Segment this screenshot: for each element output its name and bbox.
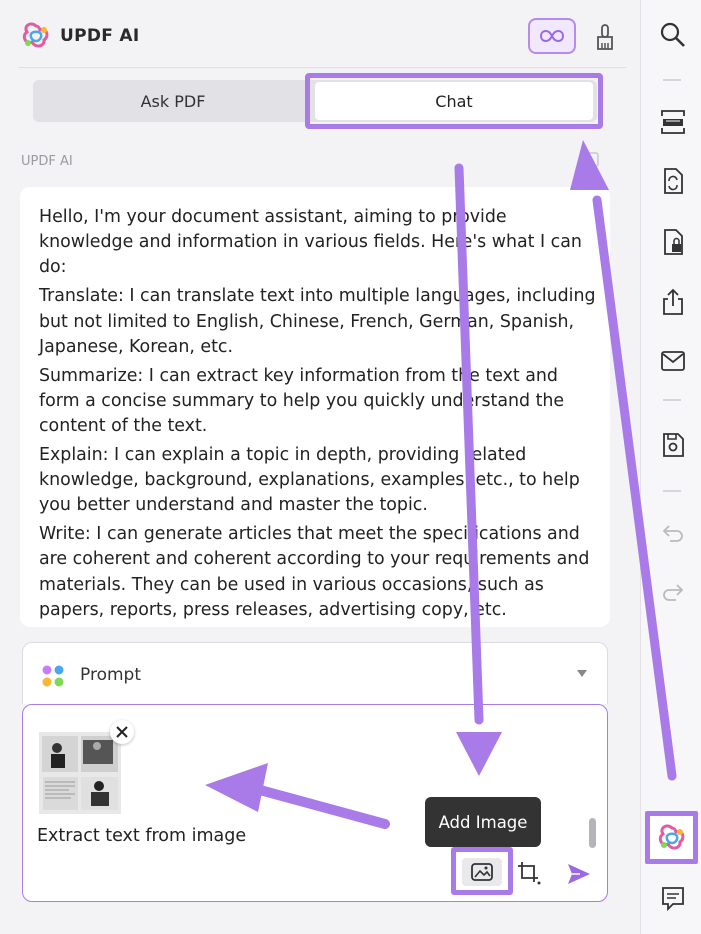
brand: UPDF AI — [22, 22, 140, 50]
save-button[interactable] — [658, 430, 688, 460]
assistant-message: Hello, I'm your document assistant, aimi… — [20, 187, 610, 627]
tab-chat[interactable]: Chat — [315, 82, 593, 120]
brand-name: UPDF AI — [60, 26, 140, 46]
message-sender: UPDF AI — [21, 154, 73, 169]
query-text[interactable]: Extract text from image — [37, 826, 246, 846]
comment-button[interactable] — [658, 884, 688, 914]
comment-icon — [662, 887, 684, 912]
rail-divider — [663, 399, 681, 401]
ocr-button[interactable] — [658, 107, 688, 137]
right-toolbar — [640, 0, 701, 934]
input-scrollbar[interactable] — [589, 818, 596, 848]
convert-icon — [664, 168, 683, 194]
send-icon[interactable] — [566, 862, 592, 886]
clear-chat-button[interactable] — [590, 20, 620, 54]
infinity-icon — [539, 29, 565, 43]
search-button[interactable] — [658, 20, 688, 50]
add-image-tooltip: Add Image — [425, 797, 541, 847]
message-paragraph: Explain: I can explain a topic in depth,… — [39, 444, 580, 516]
convert-button[interactable] — [658, 166, 688, 196]
share-icon — [663, 288, 683, 315]
screenshot-crop-icon[interactable] — [516, 860, 542, 886]
save-icon — [663, 433, 684, 457]
protect-button[interactable] — [658, 227, 688, 257]
redo-icon — [663, 584, 684, 601]
updf-ai-rail-button[interactable] — [645, 811, 698, 864]
message-paragraph: Translate: I can translate text into mul… — [39, 286, 596, 357]
chevron-down-icon[interactable] — [576, 668, 588, 678]
message-paragraph: Write: I can generate articles that meet… — [39, 524, 590, 620]
share-button[interactable] — [658, 287, 688, 317]
mail-button[interactable] — [658, 346, 688, 376]
redo-button[interactable] — [658, 577, 688, 607]
undo-icon — [662, 525, 683, 542]
tab-ask-pdf[interactable]: Ask PDF — [33, 80, 313, 122]
header-divider — [18, 67, 626, 68]
protect-icon — [664, 229, 683, 255]
undo-button[interactable] — [658, 518, 688, 548]
rail-divider — [663, 490, 681, 492]
copy-icon[interactable] — [582, 150, 602, 170]
prompt-dots-icon — [42, 665, 64, 687]
rail-divider — [663, 79, 681, 81]
updf-ai-icon — [658, 823, 684, 850]
ocr-icon — [661, 110, 685, 134]
updf-logo-icon — [22, 22, 49, 48]
close-icon — [116, 726, 128, 738]
ai-assistant-panel: UPDF AI Ask PDF Chat UPDF AI Hello, I'm … — [0, 0, 626, 934]
infinity-button[interactable] — [528, 18, 576, 54]
attached-image-thumbnail[interactable] — [39, 732, 121, 814]
image-icon — [471, 863, 493, 881]
add-image-button[interactable] — [462, 858, 502, 886]
prompt-selector[interactable]: Prompt — [22, 642, 608, 704]
broom-icon — [597, 24, 613, 50]
remove-image-button[interactable] — [110, 720, 134, 744]
message-paragraph: Hello, I'm your document assistant, aimi… — [39, 207, 582, 278]
mail-icon — [661, 351, 685, 371]
search-icon — [660, 22, 685, 47]
message-paragraph: Summarize: I can extract key information… — [39, 365, 565, 436]
attached-image — [39, 732, 121, 814]
prompt-label: Prompt — [80, 665, 141, 685]
